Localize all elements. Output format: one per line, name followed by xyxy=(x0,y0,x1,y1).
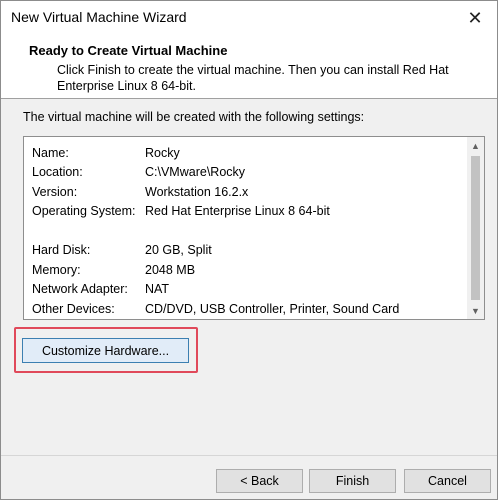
settings-rows: Name: Rocky Location: C:\VMware\Rocky Ve… xyxy=(24,137,467,319)
setting-row-name: Name: Rocky xyxy=(24,143,467,163)
setting-label: Operating System: xyxy=(32,204,136,219)
setting-value: 2048 MB xyxy=(145,262,196,277)
setting-row-other-devices: Other Devices: CD/DVD, USB Controller, P… xyxy=(24,299,467,319)
setting-row-blank xyxy=(24,221,467,241)
setting-row-os: Operating System: Red Hat Enterprise Lin… xyxy=(24,202,467,222)
header-title: Ready to Create Virtual Machine xyxy=(29,43,228,58)
vertical-scrollbar[interactable]: ▲ ▼ xyxy=(467,137,484,319)
setting-label: Network Adapter: xyxy=(32,282,128,297)
setting-label: Memory: xyxy=(32,262,81,277)
setting-value: 20 GB, Split xyxy=(145,243,212,258)
setting-row-network: Network Adapter: NAT xyxy=(24,280,467,300)
close-icon[interactable]: ✕ xyxy=(453,1,497,35)
setting-row-memory: Memory: 2048 MB xyxy=(24,260,467,280)
window-title: New Virtual Machine Wizard xyxy=(11,9,187,25)
header-description: Click Finish to create the virtual machi… xyxy=(57,63,449,93)
setting-label: Other Devices: xyxy=(32,301,115,316)
setting-label: Location: xyxy=(32,165,83,180)
scroll-down-icon[interactable]: ▼ xyxy=(467,302,484,319)
footer-divider xyxy=(1,455,497,456)
wizard-window: New Virtual Machine Wizard ✕ Ready to Cr… xyxy=(0,0,498,500)
setting-value: CD/DVD, USB Controller, Printer, Sound C… xyxy=(145,301,400,316)
setting-value: C:\VMware\Rocky xyxy=(145,165,246,180)
cancel-button[interactable]: Cancel xyxy=(404,469,491,493)
wizard-header: Ready to Create Virtual Machine Click Fi… xyxy=(1,35,497,99)
setting-value: Red Hat Enterprise Linux 8 64-bit xyxy=(145,204,330,219)
settings-intro: The virtual machine will be created with… xyxy=(23,110,365,124)
setting-row-location: Location: C:\VMware\Rocky xyxy=(24,163,467,183)
title-bar: New Virtual Machine Wizard ✕ xyxy=(1,1,497,35)
scroll-up-icon[interactable]: ▲ xyxy=(467,137,484,154)
setting-label: Hard Disk: xyxy=(32,243,91,258)
setting-value: Workstation 16.2.x xyxy=(145,184,249,199)
setting-label: Name: xyxy=(32,145,69,160)
finish-button[interactable]: Finish xyxy=(309,469,396,493)
setting-row-hard-disk: Hard Disk: 20 GB, Split xyxy=(24,241,467,261)
back-button[interactable]: < Back xyxy=(216,469,303,493)
setting-value: Rocky xyxy=(145,145,180,160)
customize-hardware-button[interactable]: Customize Hardware... xyxy=(22,338,189,363)
setting-row-version: Version: Workstation 16.2.x xyxy=(24,182,467,202)
setting-value: NAT xyxy=(145,282,170,297)
settings-list[interactable]: Name: Rocky Location: C:\VMware\Rocky Ve… xyxy=(23,136,485,320)
scroll-thumb[interactable] xyxy=(471,156,480,300)
setting-label: Version: xyxy=(32,184,78,199)
